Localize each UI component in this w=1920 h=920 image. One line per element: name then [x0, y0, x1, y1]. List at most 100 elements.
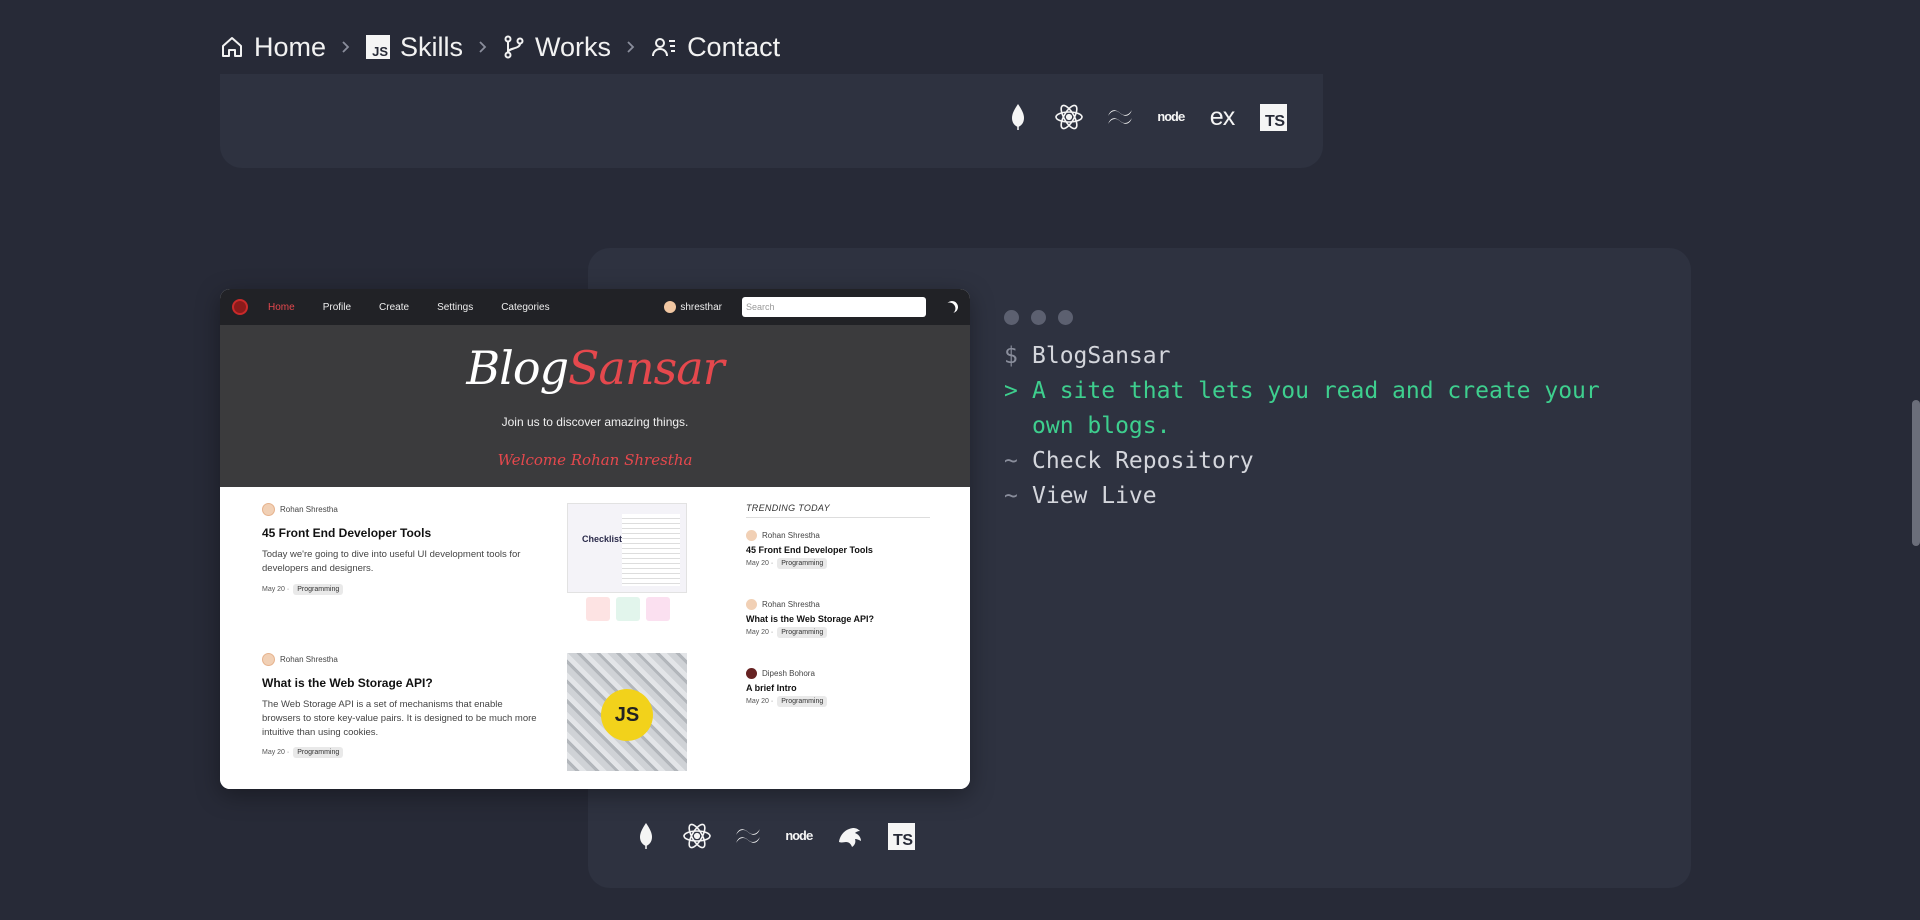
post-title: What is the Web Storage API?: [262, 676, 433, 690]
trending-tag: Programming: [777, 627, 828, 638]
page-scrollbar[interactable]: [1912, 400, 1920, 546]
js-icon: JS: [366, 35, 391, 59]
post-excerpt: The Web Storage API is a set of mechanis…: [262, 699, 537, 738]
home-icon: [222, 37, 242, 57]
post-thumbnail: JS: [567, 653, 687, 771]
preview-welcome: Welcome Rohan Shrestha: [497, 451, 693, 469]
mongodb-icon: [630, 820, 662, 852]
preview-nav-profile: Profile: [322, 301, 352, 313]
project-preview-image[interactable]: Home Profile Create Settings Categories …: [220, 289, 970, 789]
trending-item: Dipesh Bohora A brief Intro May 20 · Prog…: [746, 668, 930, 707]
avatar: [746, 668, 757, 679]
preview-brand: BlogSansar: [220, 341, 970, 395]
nav-contact-label: Contact: [687, 31, 781, 62]
preview-search: Search: [742, 297, 926, 317]
nav-skills[interactable]: JS Skills: [366, 32, 463, 63]
line-prefix: $: [1004, 343, 1018, 369]
avatar: [664, 301, 677, 313]
post-date: May 20 ·: [262, 585, 290, 593]
line-prefix: ~: [1004, 448, 1018, 474]
preview-subtitle: Join us to discover amazing things.: [501, 415, 689, 429]
chevron-right-icon: [625, 40, 637, 54]
nav-home-label: Home: [254, 31, 327, 62]
avatar: [746, 530, 757, 541]
trending-date: May 20 ·: [746, 560, 774, 567]
trending-item: Rohan Shrestha What is the Web Storage A…: [746, 599, 930, 638]
preview-nav-create: Create: [379, 301, 410, 313]
react-icon: [1053, 101, 1085, 133]
preview-nav-settings: Settings: [437, 301, 474, 313]
preview-username: shresthar: [680, 301, 722, 313]
terminal-window-dots: [1004, 310, 1624, 325]
tailwind-icon: [732, 820, 764, 852]
mongodb-icon: [1002, 101, 1034, 133]
preview-nav-categories: Categories: [501, 301, 550, 313]
trending-author: Rohan Shrestha: [762, 531, 820, 540]
post-date: May 20 ·: [262, 749, 290, 757]
preview-navbar: Home Profile Create Settings Categories …: [220, 289, 970, 325]
tech-stack: node TS: [630, 820, 917, 852]
check-repository-link[interactable]: Check Repository: [1032, 444, 1254, 479]
typescript-badge: TS: [1259, 103, 1287, 131]
post-thumbnail: Checklist Design: [567, 503, 687, 593]
trending-tag: Programming: [777, 558, 828, 569]
react-icon: [681, 820, 713, 852]
nav-works-label: Works: [535, 31, 612, 62]
trending-title: 45 Front End Developer Tools: [746, 545, 873, 555]
trending-title: A brief Intro: [746, 683, 797, 693]
trending-title: What is the Web Storage API?: [746, 614, 875, 624]
preview-body: Rohan Shrestha 45 Front End Developer To…: [220, 487, 970, 789]
terminal-dot: [1031, 310, 1046, 325]
trending-item: Rohan Shrestha 45 Front End Developer To…: [746, 530, 930, 569]
view-live-line[interactable]: ~ View Live: [1004, 479, 1624, 514]
nestjs-icon: [834, 820, 866, 852]
line-prefix: ~: [1004, 483, 1018, 509]
typescript-icon: TS: [885, 820, 917, 852]
moon-icon: [944, 299, 960, 315]
typescript-badge: TS: [887, 822, 915, 850]
tech-stack: node ex TS: [1002, 101, 1289, 133]
avatar: [262, 503, 275, 516]
nav-skills-label: Skills: [400, 31, 464, 62]
terminal-dot: [1004, 310, 1019, 325]
project-terminal: $ BlogSansar > A site that lets you read…: [1004, 310, 1624, 514]
line-prefix: >: [1004, 378, 1018, 404]
avatar: [262, 653, 275, 666]
view-live-link[interactable]: View Live: [1032, 479, 1157, 514]
preview-nav-home: Home: [268, 301, 295, 313]
post-tag: Programming: [293, 583, 344, 595]
nav-works[interactable]: Works: [503, 32, 611, 63]
project-title-line: $ BlogSansar: [1004, 339, 1624, 374]
nodejs-icon: node: [785, 828, 813, 844]
preview-post: Rohan Shrestha What is the Web Storage A…: [262, 653, 542, 759]
trending-tag: Programming: [777, 696, 828, 707]
post-title: 45 Front End Developer Tools: [262, 526, 432, 540]
chevron-right-icon: [477, 40, 489, 54]
post-author: Rohan Shrestha: [280, 655, 338, 664]
tailwind-icon: [1104, 101, 1136, 133]
project-card-previous: node ex TS: [220, 74, 1323, 168]
post-author: Rohan Shrestha: [280, 505, 338, 514]
trending-date: May 20 ·: [746, 629, 774, 636]
avatar: [746, 599, 757, 610]
trending-date: May 20 ·: [746, 698, 774, 705]
post-tag: Programming: [293, 747, 344, 759]
project-description: A site that lets you read and create you…: [1032, 378, 1600, 439]
nav-home[interactable]: Home: [220, 32, 326, 63]
preview-logo: [232, 299, 248, 315]
post-excerpt: Today we're going to dive into useful UI…: [262, 549, 521, 574]
js-logo: JS: [601, 689, 653, 741]
trending-author: Dipesh Bohora: [762, 669, 815, 678]
terminal-dot: [1058, 310, 1073, 325]
trending-author: Rohan Shrestha: [762, 600, 820, 609]
thumbnail-chips: [586, 597, 670, 621]
preview-brand-part2: Sansar: [568, 341, 725, 395]
nav-contact[interactable]: Contact: [651, 32, 780, 63]
express-icon: ex: [1209, 102, 1235, 131]
preview-post: Rohan Shrestha 45 Front End Developer To…: [262, 503, 542, 595]
typescript-icon: TS: [1257, 101, 1289, 133]
project-description-line: > A site that lets you read and create y…: [1004, 374, 1624, 444]
contact-icon: [652, 38, 676, 57]
preview-user: shresthar: [664, 301, 722, 313]
check-repository-line[interactable]: ~ Check Repository: [1004, 444, 1624, 479]
